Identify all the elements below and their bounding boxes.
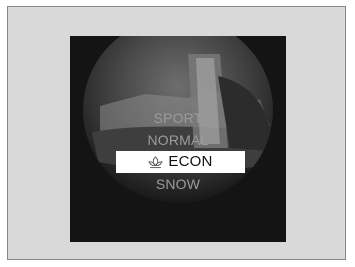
mode-option-label: NORMAL — [147, 132, 209, 148]
drive-mode-display: SPORT NORMAL ECON SNOW — [70, 36, 286, 242]
mode-option-label: SPORT — [153, 110, 203, 126]
drive-mode-list: SPORT NORMAL ECON SNOW — [70, 107, 286, 195]
mode-option-normal[interactable]: NORMAL — [70, 129, 286, 151]
mode-option-sport[interactable]: SPORT — [70, 107, 286, 129]
mode-option-label: ECON — [168, 153, 213, 170]
mode-option-econ[interactable]: ECON — [116, 151, 245, 173]
econ-leaf-icon — [148, 155, 164, 168]
mode-option-snow[interactable]: SNOW — [70, 173, 286, 195]
illustration-frame: SPORT NORMAL ECON SNOW — [7, 6, 346, 260]
mode-option-label: SNOW — [155, 176, 201, 192]
